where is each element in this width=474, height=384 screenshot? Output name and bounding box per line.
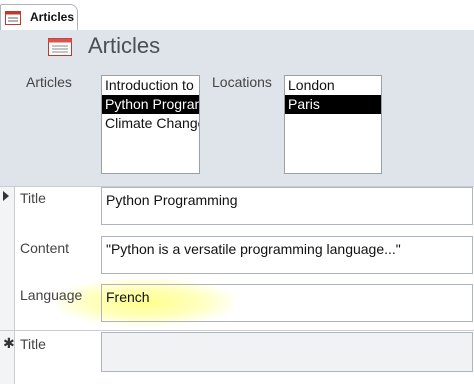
content-label: Content bbox=[20, 240, 70, 256]
locations-label: Locations bbox=[212, 74, 272, 90]
record-selector-arrow-icon[interactable] bbox=[3, 191, 9, 201]
title-field[interactable]: Python Programming bbox=[101, 187, 473, 225]
location-list-item[interactable]: London bbox=[285, 76, 381, 95]
record-selector-bar[interactable] bbox=[0, 186, 15, 384]
new-record-divider bbox=[0, 330, 474, 331]
form-header: Articles Articles Introduction to Python … bbox=[0, 30, 474, 186]
article-list-item[interactable]: Introduction to bbox=[102, 76, 199, 95]
article-list-item[interactable]: Python Program bbox=[102, 95, 199, 114]
document-tab-strip: Articles bbox=[0, 0, 474, 31]
articles-listbox[interactable]: Introduction to Python Program Climate Cha… bbox=[101, 75, 200, 174]
language-label: Language bbox=[20, 287, 83, 303]
tab-articles[interactable]: Articles bbox=[0, 4, 78, 30]
tab-label: Articles bbox=[30, 10, 75, 24]
title-label: Title bbox=[20, 190, 46, 206]
article-list-item[interactable]: Climate Change bbox=[102, 114, 199, 133]
location-list-item[interactable]: Paris bbox=[285, 95, 381, 114]
language-field[interactable]: French bbox=[101, 284, 473, 322]
articles-label: Articles bbox=[26, 74, 72, 90]
form-icon bbox=[48, 38, 72, 56]
new-title-label: Title bbox=[20, 336, 46, 352]
new-title-field[interactable] bbox=[101, 332, 473, 372]
new-record-star-icon: ✱ bbox=[3, 335, 15, 351]
locations-listbox[interactable]: London Paris bbox=[284, 75, 382, 174]
page-title: Articles bbox=[88, 33, 161, 58]
content-field[interactable]: "Python is a versatile programming langu… bbox=[101, 236, 473, 274]
form-icon bbox=[5, 11, 21, 25]
